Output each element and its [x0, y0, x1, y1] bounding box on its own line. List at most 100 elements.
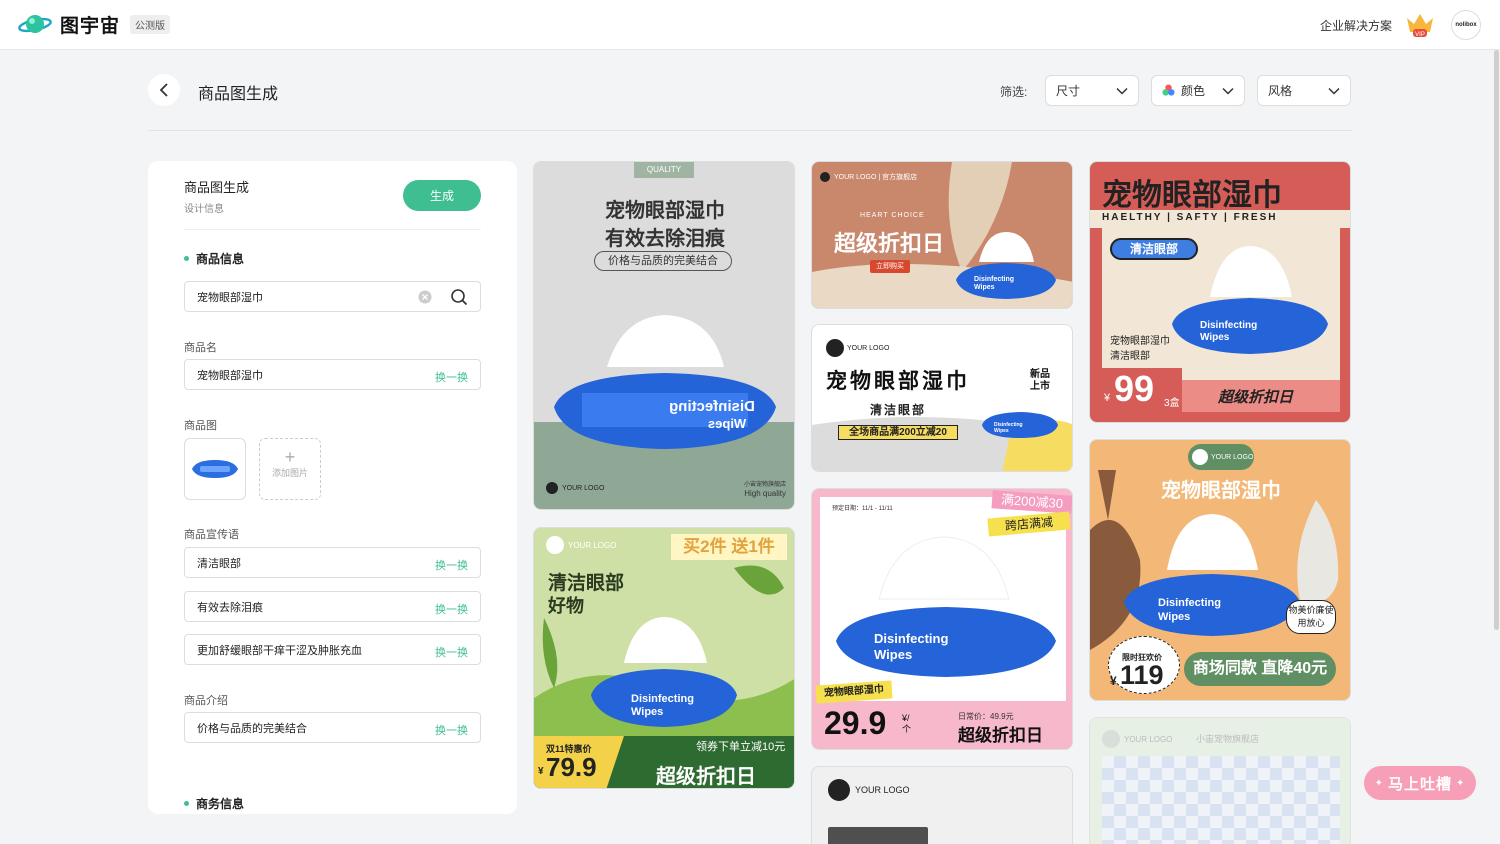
sale-price: 99: [1114, 368, 1155, 409]
slogan-field-1[interactable]: 清洁眼部 换一换: [184, 547, 481, 578]
top-bar: 图宇宙 公测版 企业解决方案 VIP nolibox: [0, 0, 1500, 50]
vip-crown-icon[interactable]: VIP: [1405, 12, 1435, 38]
card-slogan: 超级折扣日: [1218, 389, 1294, 406]
scrollbar[interactable]: [1494, 50, 1499, 630]
sparkle-icon: ✦: [1374, 777, 1384, 789]
card-desc-2: 清洁眼部: [1110, 351, 1150, 362]
brand-logo[interactable]: 图宇宙 公测版: [18, 11, 171, 38]
card-title: 宠物眼部湿巾: [826, 370, 970, 393]
card-title: 宠物眼部湿巾: [1102, 179, 1282, 212]
swap-button[interactable]: 换一换: [435, 601, 468, 617]
card-title: 宠物眼部湿巾: [605, 200, 725, 222]
store-name: 小宙宠物旗舰店: [743, 482, 786, 488]
slogan-field-2[interactable]: 有效去除泪痕 换一换: [184, 591, 481, 622]
result-card-2[interactable]: YOUR LOGO 买2件 送1件 清洁眼部 好物 Disinfecting W…: [533, 527, 795, 789]
wipes-pack-image: Disinfecting Wipes: [982, 389, 1058, 438]
style-filter-dropdown[interactable]: 风格: [1257, 75, 1351, 106]
color-filter-dropdown[interactable]: 颜色: [1151, 75, 1245, 106]
card-title: 清洁眼部: [548, 573, 625, 594]
price-unit: 3盒: [1164, 398, 1180, 409]
quality-bubble: 物美价廉使用放心: [1286, 600, 1336, 634]
svg-text:Wipes: Wipes: [1200, 332, 1230, 343]
section-product-info: 商品信息: [184, 250, 244, 267]
chevron-down-icon: [1116, 87, 1128, 95]
clear-icon[interactable]: [418, 290, 432, 304]
section-business-info: 商务信息: [184, 795, 244, 812]
result-card-8[interactable]: YOUR LOGO 宠物眼部湿巾 Disinfecting Wipes 物美价廉…: [1089, 439, 1351, 701]
generate-button[interactable]: 生成: [403, 180, 481, 211]
search-input[interactable]: 宠物眼部湿巾: [184, 281, 481, 312]
store-name: 小宙宠物旗舰店: [1196, 734, 1260, 744]
enterprise-link[interactable]: 企业解决方案: [1320, 17, 1392, 34]
intro-field[interactable]: 价格与品质的完美结合 换一换: [184, 712, 481, 743]
wipes-pack-image: Disinfecting Wipes: [956, 232, 1056, 299]
currency-symbol: ¥: [1110, 674, 1117, 688]
brand-name: 图宇宙: [60, 16, 121, 37]
wipes-pack-thumbnail: [192, 460, 238, 478]
size-filter-dropdown[interactable]: 尺寸: [1045, 75, 1139, 106]
card-title: 宠物眼部湿巾: [1161, 480, 1281, 502]
product-image-thumbnail[interactable]: [184, 438, 246, 500]
product-name-field[interactable]: 宠物眼部湿巾 换一换: [184, 359, 481, 390]
card-header: YOUR LOGO | 官方旗舰店: [820, 172, 917, 182]
booking-date: 预定日期：11/1 - 11/11: [832, 506, 893, 512]
page-title: 商品图生成: [198, 86, 279, 103]
quality-tag: QUALITY: [634, 162, 694, 178]
wipes-pack-image: Disinfecting Wipes: [1124, 514, 1300, 636]
feedback-button[interactable]: ✦ 马上吐槽 ✦: [1364, 766, 1476, 800]
card-title-cropped: [828, 827, 928, 844]
svg-text:Disinfecting: Disinfecting: [1158, 597, 1221, 609]
slogan-label: 商品宣传语: [184, 529, 239, 541]
slogan-value: 更加舒缓眼部干痒干涩及肿胀充血: [197, 644, 362, 657]
svg-text:Disinfecting: Disinfecting: [669, 398, 755, 415]
quality-label: High quality: [744, 489, 786, 498]
feedback-label: 马上吐槽: [1387, 775, 1452, 793]
card-tagline: 价格与品质的完美结合: [594, 251, 732, 271]
wipes-pack-image: Disinfecting Wipes: [554, 315, 776, 449]
slogan-value: 清洁眼部: [197, 557, 241, 570]
card-tagline: HAELTHY | SAFTY | FRESH: [1102, 212, 1278, 223]
swap-button[interactable]: 换一换: [435, 644, 468, 660]
add-image-button[interactable]: + 添加图片: [259, 438, 321, 500]
svg-text:Wipes: Wipes: [1158, 611, 1190, 623]
card-logo: YOUR LOGO: [546, 482, 604, 494]
result-card-7[interactable]: 宠物眼部湿巾 HAELTHY | SAFTY | FRESH 清洁眼部 Disi…: [1089, 161, 1351, 423]
swap-button[interactable]: 换一换: [435, 557, 468, 573]
result-card-5[interactable]: 预定日期：11/1 - 11/11 满200减30 跨店满减 Disinfect…: [811, 488, 1073, 750]
card-slogan: 商场同款 直降40元: [1184, 652, 1336, 686]
planet-logo-icon: [18, 14, 52, 33]
search-icon[interactable]: [450, 288, 468, 306]
size-filter-label: 尺寸: [1056, 84, 1081, 98]
promo-strip: 全场商品满200立减20: [838, 425, 958, 440]
card-subtitle: 清洁眼部: [870, 403, 927, 417]
result-card-9[interactable]: YOUR LOGO 小宙宠物旗舰店: [1089, 717, 1351, 844]
wipes-pack-image: Disinfecting Wipes: [836, 536, 1056, 677]
card-logo: YOUR LOGO: [828, 779, 910, 801]
back-button[interactable]: [148, 74, 180, 106]
slogan-value: 有效去除泪痕: [197, 601, 263, 614]
swap-button[interactable]: 换一换: [435, 722, 468, 738]
card-logo: YOUR LOGO: [1102, 730, 1172, 748]
promo-banner: 买2件 送1件: [671, 534, 787, 560]
color-filter-label: 颜色: [1181, 84, 1206, 98]
result-card-6[interactable]: YOUR LOGO: [811, 766, 1073, 844]
design-panel: 商品图生成 设计信息 生成 商品信息 宠物眼部湿巾 商品名 宠物眼部湿巾 换一换…: [148, 161, 517, 814]
beta-badge: 公测版: [130, 15, 171, 34]
filter-label: 筛选:: [1000, 85, 1028, 99]
chevron-left-icon: [159, 83, 168, 97]
coupon-label: 领券下单立减10元: [696, 741, 786, 753]
result-card-1[interactable]: QUALITY 宠物眼部湿巾 有效去除泪痕 价格与品质的完美结合 Disinfe…: [533, 161, 795, 510]
svg-text:VIP: VIP: [1415, 32, 1425, 38]
card-title-2: 好物: [548, 596, 584, 616]
result-card-4[interactable]: YOUR LOGO 宠物眼部湿巾 清洁眼部 全场商品满200立减20 新品上市 …: [811, 324, 1073, 472]
card-desc-1: 宠物眼部湿巾: [1110, 336, 1170, 347]
sale-price: 119: [1120, 660, 1164, 690]
svg-text:Disinfecting: Disinfecting: [631, 693, 694, 705]
card-logo: YOUR LOGO: [826, 339, 889, 357]
result-card-3[interactable]: YOUR LOGO | 官方旗舰店 HEART CHOICE 超级折扣日 立即购…: [811, 161, 1073, 309]
avatar[interactable]: nolibox: [1451, 10, 1481, 40]
panel-title: 商品图生成: [184, 180, 250, 195]
slogan-field-3[interactable]: 更加舒缓眼部干痒干涩及肿胀充血 换一换: [184, 634, 481, 665]
swap-button[interactable]: 换一换: [435, 369, 468, 385]
style-filter-label: 风格: [1268, 84, 1293, 98]
